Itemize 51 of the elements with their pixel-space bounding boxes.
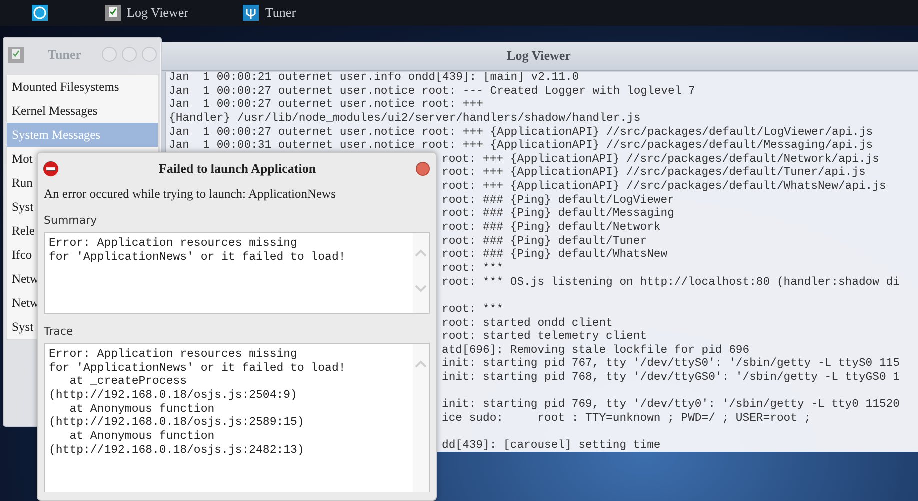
error-icon	[43, 161, 59, 177]
trace-field[interactable]: Error: Application resources missing for 'ApplicationNews' or it failed to load! at _createProcess (http://192.168.0.18/osjs.js:2504:9) at Anonymous function (http://192.168.0.18/osjs.js:2589:15) at Anonymous function (http://192.168.0.18/osjs.js:2482:13)	[44, 343, 430, 492]
error-message: An error occured while trying to launch: ApplicationNews	[44, 187, 337, 203]
minimize-button[interactable]	[102, 47, 117, 62]
log-line: atd[696]: Removing stale lockfile for pid 696	[442, 344, 750, 358]
log-line: Jan 1 00:00:27 outernet user.notice root: +++	[169, 99, 484, 112]
scroll-up-icon[interactable]	[415, 360, 427, 368]
trace-label: Trace	[44, 324, 74, 340]
log-source-item[interactable]: Kernel Messages	[7, 99, 158, 123]
log-line: root: started ondd client	[442, 318, 613, 330]
scrollbar[interactable]	[413, 233, 429, 313]
log-source-item[interactable]: Mounted Filesystems	[7, 75, 158, 99]
log-line: init: starting pid 769, tty '/dev/tty0': '/sbin/getty -L tty0 11520	[442, 399, 900, 412]
log-line: Jan 1 00:00:21 outernet user.info ondd[439]: [main] v2.11.0	[169, 72, 580, 86]
log-line: root: started telemetry client	[442, 331, 648, 344]
dialog-title: Failed to launch Application	[158, 161, 318, 177]
document-check-icon	[8, 46, 24, 62]
scrollbar[interactable]	[413, 344, 429, 492]
log-line: root: +++ {ApplicationAPI} //src/packages/default/Network/api.js	[442, 154, 880, 166]
close-button[interactable]	[416, 162, 430, 176]
log-line: root: +++ {ApplicationAPI} //src/packages/default/WhatsNew/api.js	[442, 181, 886, 194]
log-line: root: ***	[442, 262, 504, 276]
log-line: Jan 1 00:00:31 outernet user.notice root: +++ {ApplicationAPI} //src/packages/default/Messaging/api.js	[169, 140, 874, 154]
log-line: Jan 1 00:00:27 outernet user.notice root: +++ {ApplicationAPI} //src/packages/default/LogViewer/api.js	[169, 126, 874, 140]
log-line: root: ### {Ping} default/Tuner	[442, 236, 648, 248]
log-line: root: *** OS.js listening on http://localhost:80 (handler:shadow di	[442, 276, 900, 290]
document-check-icon	[105, 5, 121, 21]
log-line: root: ***	[442, 304, 504, 318]
log-line: Jan 1 00:00:27 outernet user.notice root: --- Created Logger with loglevel 7	[169, 86, 696, 98]
log-line: root: ### {Ping} default/Network	[442, 222, 661, 236]
log-line: root: ### {Ping} default/WhatsNew	[442, 249, 668, 262]
log-line: root: ### {Ping} default/Messaging	[442, 208, 674, 222]
launcher-button[interactable]	[32, 5, 48, 21]
scroll-up-icon[interactable]	[415, 249, 427, 257]
log-line: root: ### {Ping} default/LogViewer	[442, 194, 674, 208]
maximize-button[interactable]	[122, 47, 137, 62]
antenna-icon	[243, 5, 260, 21]
scroll-down-icon[interactable]	[415, 285, 427, 293]
log-line: dd[439]: [carousel] setting time	[442, 440, 661, 452]
window-title: Tuner	[48, 46, 82, 62]
taskbar-item[interactable]: Tuner	[243, 5, 296, 21]
summary-label: Summary	[44, 213, 98, 229]
taskbar-item[interactable]: Log Viewer	[105, 5, 188, 21]
log-line: init: starting pid 767, tty '/dev/ttyS0': '/sbin/getty -L ttyS0 115	[442, 358, 900, 372]
log-line: root: +++ {ApplicationAPI} //src/packages/default/Tuner/api.js	[442, 167, 866, 180]
window-title: Log Viewer	[507, 48, 571, 64]
log-line: {Handler} /usr/lib/node_modules/ui2/server/handlers/shadow/handler.js	[169, 112, 641, 126]
log-line: ice sudo: root : TTY=unknown ; PWD=/ ; USER=root ;	[442, 413, 812, 427]
summary-field[interactable]: Error: Application resources missing for 'ApplicationNews' or it failed to load!	[44, 232, 430, 314]
circle-icon	[32, 5, 48, 21]
log-line: init: starting pid 768, tty '/dev/ttyGS0': '/sbin/getty -L ttyGS0 1	[442, 372, 900, 386]
